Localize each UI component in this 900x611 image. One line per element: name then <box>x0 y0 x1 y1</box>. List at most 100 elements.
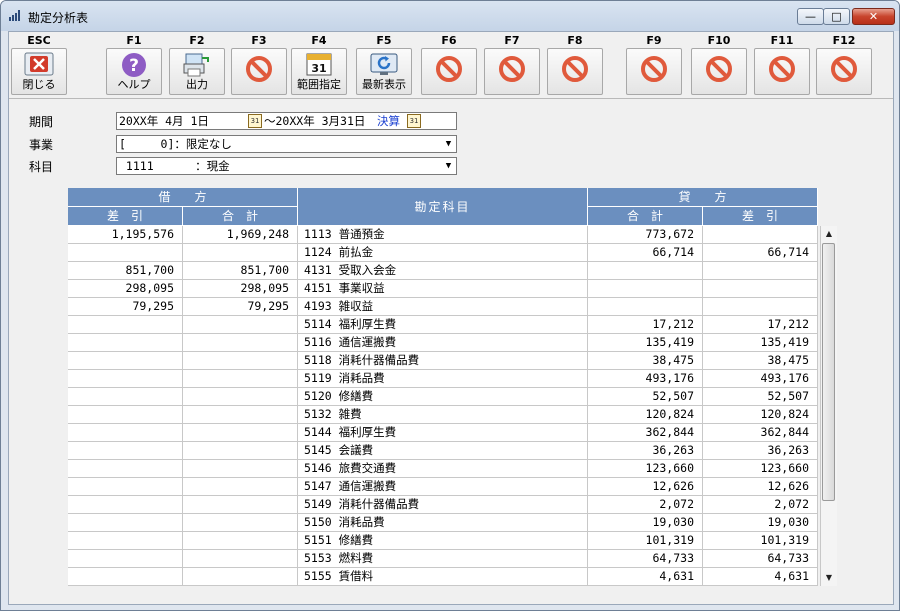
toolbar-button-label: 範囲指定 <box>297 78 341 91</box>
toolbar-slot-f4: F4 31 範囲指定 <box>289 32 349 98</box>
debit-total-header: 合 計 <box>183 207 298 226</box>
toolbar-button-f12[interactable] <box>816 48 872 95</box>
cell-credit-diff: 64,733 <box>703 550 818 568</box>
cell-debit-total: 1,969,248 <box>183 226 298 244</box>
calendar-icon[interactable]: 31 <box>407 114 421 128</box>
function-key-label: F6 <box>441 34 457 47</box>
table-row[interactable]: 5151 修繕費 101,319 101,319 <box>68 532 818 550</box>
toolbar-slot-f6: F6 <box>419 32 479 98</box>
chevron-down-icon[interactable]: ▼ <box>441 158 456 174</box>
table-row[interactable]: 79,295 79,295 4193 雑収益 <box>68 298 818 316</box>
table-row[interactable]: 5118 消耗什器備品費 38,475 38,475 <box>68 352 818 370</box>
table-row[interactable]: 5120 修繕費 52,507 52,507 <box>68 388 818 406</box>
table-row[interactable]: 5145 会議費 36,263 36,263 <box>68 442 818 460</box>
scroll-down-icon[interactable]: ▼ <box>821 570 837 586</box>
toolbar-button-f9[interactable] <box>626 48 682 95</box>
table-row[interactable]: 5132 雑費 120,824 120,824 <box>68 406 818 424</box>
prohibited-icon <box>706 56 732 85</box>
svg-text:31: 31 <box>311 62 326 75</box>
cell-account: 5118 消耗什器備品費 <box>298 352 588 370</box>
cell-account: 5116 通信運搬費 <box>298 334 588 352</box>
cell-debit-diff <box>68 478 183 496</box>
function-key-label: F3 <box>251 34 267 47</box>
table-row[interactable]: 5116 通信運搬費 135,419 135,419 <box>68 334 818 352</box>
account-select[interactable]: 1111 ：現金 ▼ <box>116 157 457 175</box>
cell-debit-total <box>183 406 298 424</box>
toolbar-slot-f9: F9 <box>624 32 684 98</box>
cell-credit-total <box>588 280 703 298</box>
period-to-value: ～20XX年 3月31日 <box>264 114 366 128</box>
table-row[interactable]: 5153 燃料費 64,733 64,733 <box>68 550 818 568</box>
account-label: 科目 <box>29 160 54 174</box>
toolbar-button-label: 閉じる <box>22 78 56 91</box>
scroll-thumb[interactable] <box>822 243 835 501</box>
minimize-button[interactable]: — <box>797 8 824 25</box>
window-title: 勘定分析表 <box>28 11 89 25</box>
toolbar-slot-f12: F12 <box>814 32 874 98</box>
table-row[interactable]: 298,095 298,095 4151 事業収益 <box>68 280 818 298</box>
cell-account: 5120 修繕費 <box>298 388 588 406</box>
cell-credit-diff: 135,419 <box>703 334 818 352</box>
prohibited-icon <box>246 56 272 85</box>
toolbar-button-f1[interactable]: ? ヘルプ <box>106 48 162 95</box>
toolbar-button-f4[interactable]: 31 範囲指定 <box>291 48 347 95</box>
toolbar-button-esc[interactable]: 閉じる <box>11 48 67 95</box>
table-row[interactable]: 5119 消耗品費 493,176 493,176 <box>68 370 818 388</box>
credit-header: 貸 方 <box>588 188 818 207</box>
table-row[interactable]: 5144 福利厚生費 362,844 362,844 <box>68 424 818 442</box>
period-field[interactable]: 20XX年 4月 1日 31 ～20XX年 3月31日 決算 31 <box>116 112 457 130</box>
toolbar-button-f2[interactable]: 出力 <box>169 48 225 95</box>
vertical-scrollbar[interactable]: ▲ ▼ <box>820 226 837 586</box>
toolbar-slot-f8: F8 <box>545 32 605 98</box>
cell-debit-diff <box>68 388 183 406</box>
debit-diff-header: 差 引 <box>68 207 183 226</box>
table-row[interactable]: 851,700 851,700 4131 受取入会金 <box>68 262 818 280</box>
cell-account: 5145 会議費 <box>298 442 588 460</box>
table-row[interactable]: 5146 旅費交通費 123,660 123,660 <box>68 460 818 478</box>
cell-debit-diff <box>68 244 183 262</box>
cell-debit-diff: 79,295 <box>68 298 183 316</box>
cell-credit-total: 773,672 <box>588 226 703 244</box>
cell-debit-total <box>183 460 298 478</box>
cell-credit-diff: 36,263 <box>703 442 818 460</box>
cell-credit-total <box>588 298 703 316</box>
minimize-icon: — <box>805 10 816 23</box>
cell-account: 4131 受取入会金 <box>298 262 588 280</box>
toolbar-button-f11[interactable] <box>754 48 810 95</box>
cell-credit-total: 4,631 <box>588 568 703 586</box>
table-row[interactable]: 1124 前払金 66,714 66,714 <box>68 244 818 262</box>
table-row[interactable]: 5149 消耗什器備品費 2,072 2,072 <box>68 496 818 514</box>
cell-debit-total: 79,295 <box>183 298 298 316</box>
toolbar-button-f8[interactable] <box>547 48 603 95</box>
calendar-icon[interactable]: 31 <box>248 114 262 128</box>
function-key-label: F4 <box>311 34 327 47</box>
chevron-down-icon[interactable]: ▼ <box>441 136 456 152</box>
table-row[interactable]: 5147 通信運搬費 12,626 12,626 <box>68 478 818 496</box>
cell-credit-total: 362,844 <box>588 424 703 442</box>
maximize-button[interactable]: □ <box>823 8 850 25</box>
toolbar-button-f7[interactable] <box>484 48 540 95</box>
toolbar-button-f3[interactable] <box>231 48 287 95</box>
toolbar-button-label: 最新表示 <box>362 78 406 91</box>
business-select[interactable]: [ 0]：限定なし ▼ <box>116 135 457 153</box>
cell-credit-diff <box>703 280 818 298</box>
toolbar-button-f10[interactable] <box>691 48 747 95</box>
cell-debit-total <box>183 478 298 496</box>
cell-account: 4151 事業収益 <box>298 280 588 298</box>
cell-credit-diff: 123,660 <box>703 460 818 478</box>
cell-debit-diff <box>68 316 183 334</box>
title-bar[interactable]: 勘定分析表 — □ ✕ <box>1 1 899 31</box>
account-value: 1111 ：現金 <box>119 159 230 173</box>
table-row[interactable]: 5114 福利厚生費 17,212 17,212 <box>68 316 818 334</box>
toolbar-button-f6[interactable] <box>421 48 477 95</box>
cell-credit-diff: 38,475 <box>703 352 818 370</box>
toolbar-slot-f3: F3 <box>229 32 289 98</box>
table-row[interactable]: 5150 消耗品費 19,030 19,030 <box>68 514 818 532</box>
toolbar-button-f5[interactable]: 最新表示 <box>356 48 412 95</box>
cell-credit-diff: 120,824 <box>703 406 818 424</box>
table-row[interactable]: 5155 賃借料 4,631 4,631 <box>68 568 818 586</box>
cell-account: 5144 福利厚生費 <box>298 424 588 442</box>
close-window-button[interactable]: ✕ <box>852 8 895 25</box>
scroll-up-icon[interactable]: ▲ <box>821 226 837 242</box>
table-row[interactable]: 1,195,576 1,969,248 1113 普通預金 773,672 <box>68 226 818 244</box>
